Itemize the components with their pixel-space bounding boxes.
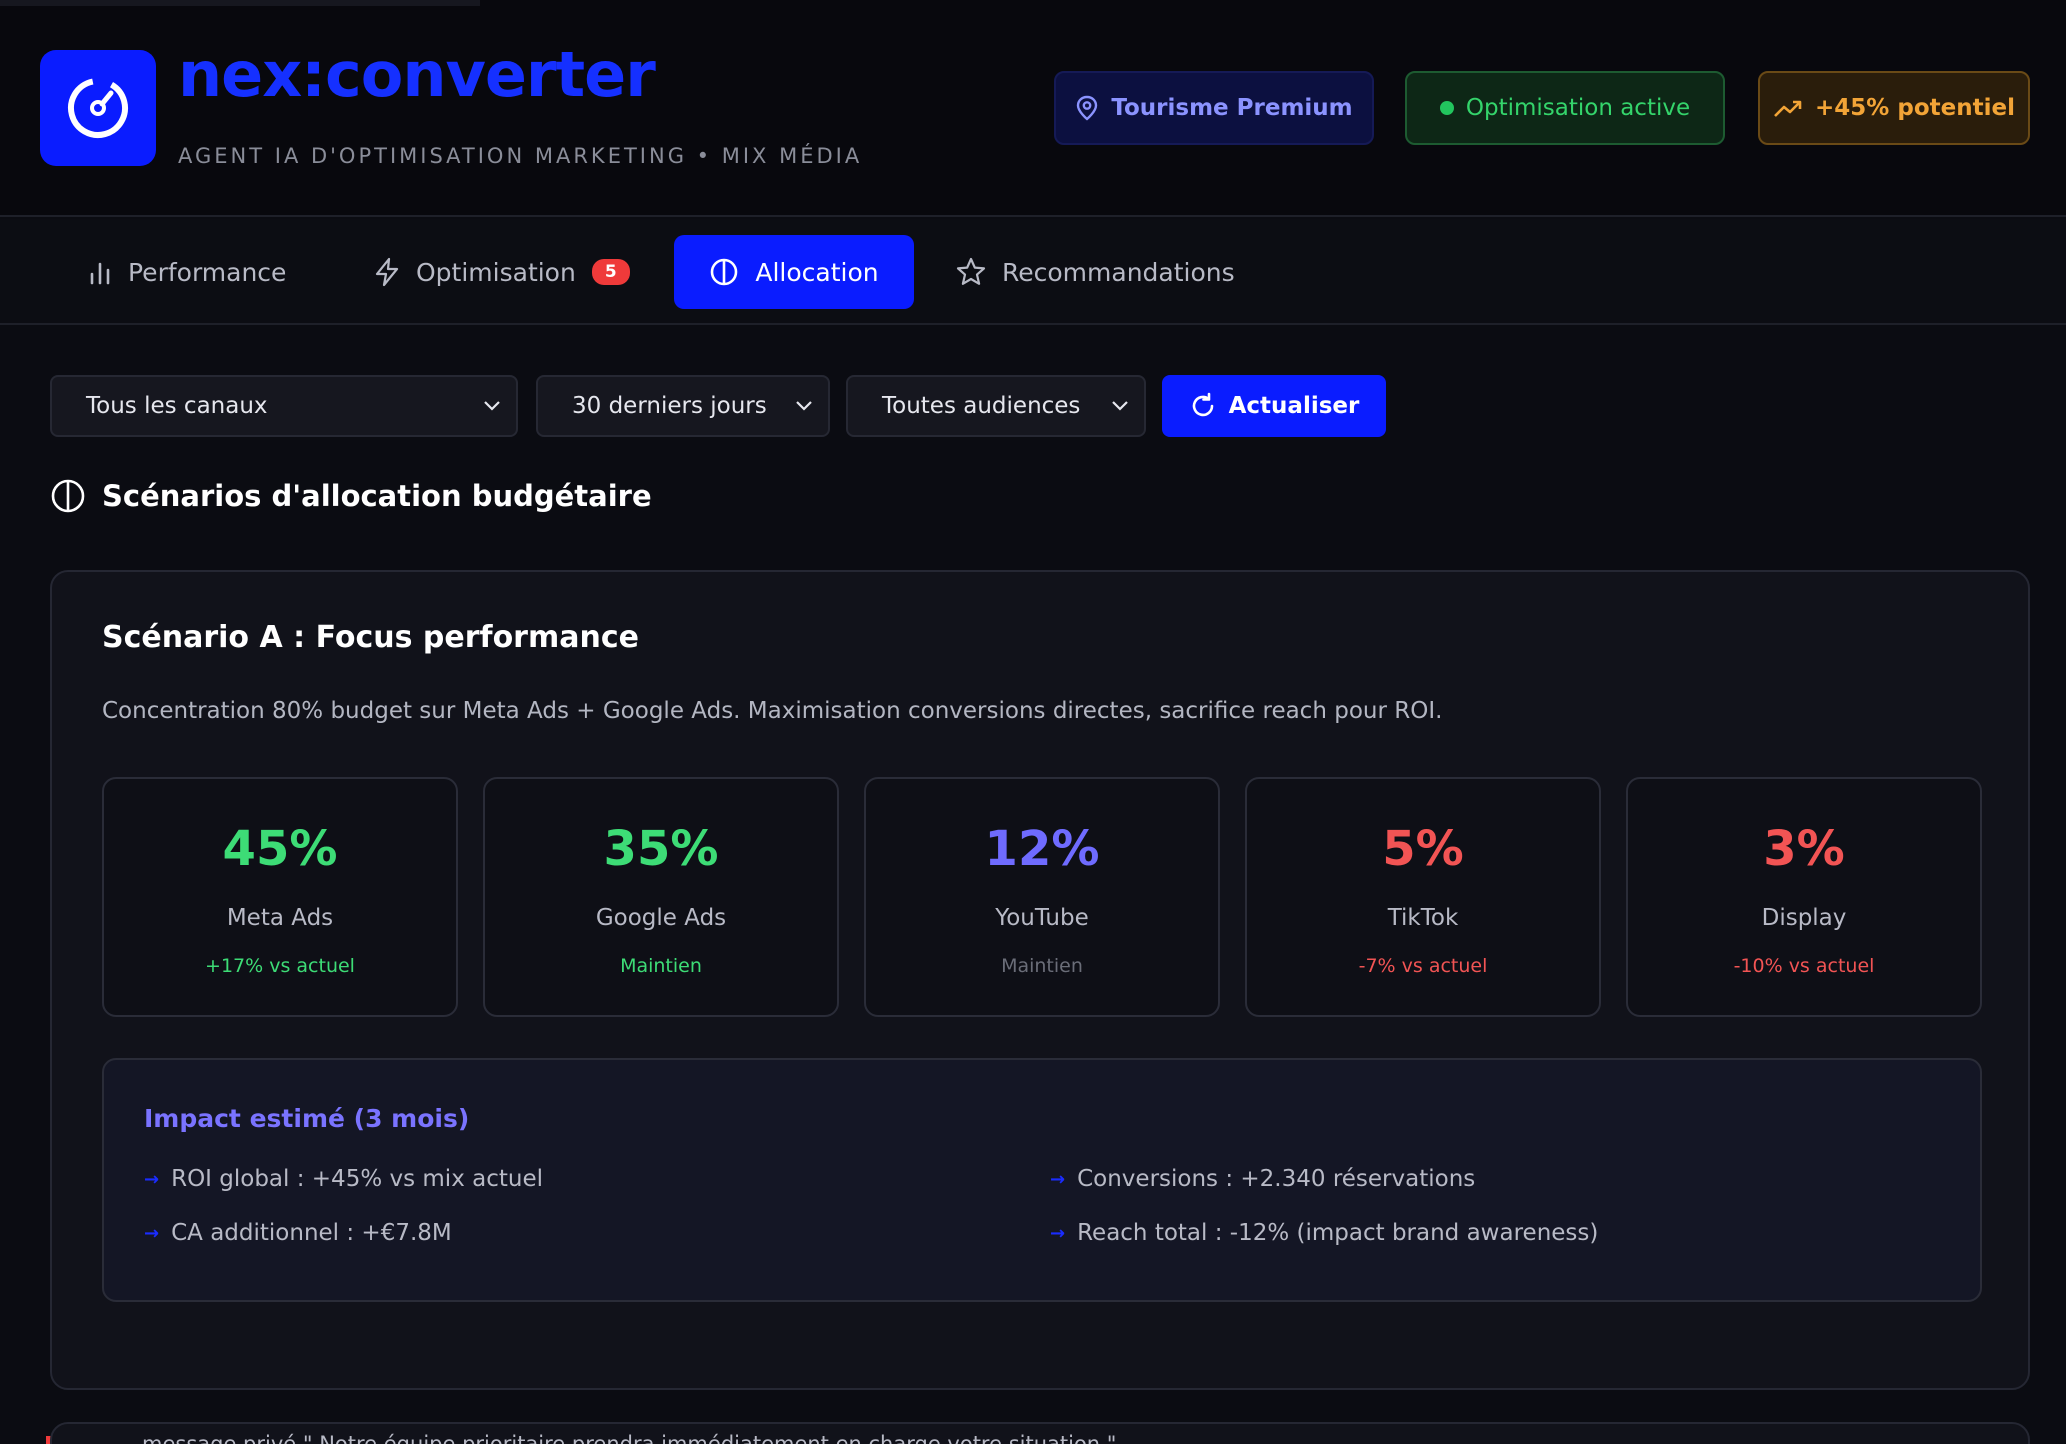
arrow-right-icon: → xyxy=(1050,1168,1066,1190)
app-root: nex:converter AGENT IA D'OPTIMISATION MA… xyxy=(0,0,2066,1444)
audiences-select[interactable]: Toutes audiences xyxy=(846,375,1146,437)
channel-card-meta-ads: 45% Meta Ads +17% vs actuel xyxy=(102,777,458,1017)
channel-name: Meta Ads xyxy=(226,905,334,931)
channel-card-display: 3% Display -10% vs actuel xyxy=(1626,777,1982,1017)
channel-name: TikTok xyxy=(1387,905,1459,931)
status-dot xyxy=(1439,101,1454,115)
arrow-right-icon: → xyxy=(144,1222,160,1244)
channel-delta: +17% vs actuel xyxy=(205,955,355,977)
periode-select-value: 30 derniers jours xyxy=(572,393,767,419)
canaux-select-value: Tous les canaux xyxy=(86,393,268,419)
impact-title: Impact estimé (3 mois) xyxy=(144,1104,470,1133)
tab-allocation[interactable]: Allocation xyxy=(674,235,914,309)
gauge-icon xyxy=(68,78,128,138)
top-stripe xyxy=(0,0,480,6)
tab-recommandations[interactable]: Recommandations xyxy=(934,235,1257,309)
chevron-down-icon xyxy=(484,401,500,411)
brand-name: nex:converter xyxy=(178,38,656,111)
arrow-right-icon: → xyxy=(1050,1222,1066,1244)
channel-card-tiktok: 5% TikTok -7% vs actuel xyxy=(1245,777,1601,1017)
channel-delta: Maintien xyxy=(1001,955,1083,977)
impact-item: → Reach total : -12% (impact brand aware… xyxy=(1050,1220,1598,1246)
potentiel-badge: +45% potentiel xyxy=(1758,71,2030,145)
impact-item: → CA additionnel : +€7.8M xyxy=(144,1220,452,1246)
star-icon xyxy=(956,257,986,285)
impact-item-text: CA additionnel : +€7.8M xyxy=(171,1220,452,1246)
section-title-text: Scénarios d'allocation budgétaire xyxy=(102,479,652,513)
actualiser-button-label: Actualiser xyxy=(1228,393,1360,419)
scenario-title: Scénario A : Focus performance xyxy=(102,620,639,655)
channel-name: Display xyxy=(1761,905,1847,931)
brand-tagline: AGENT IA D'OPTIMISATION MARKETING • MIX … xyxy=(178,144,863,168)
channel-pct: 3% xyxy=(1763,821,1845,877)
optimisation-count-badge: 5 xyxy=(591,259,630,285)
channel-delta: -10% vs actuel xyxy=(1733,955,1875,977)
channel-pct: 35% xyxy=(603,821,719,877)
optimisation-status-badge: Optimisation active xyxy=(1405,71,1725,145)
tab-optimisation[interactable]: Optimisation 5 xyxy=(352,235,652,309)
next-card-partial: message privé." Notre équipe prioritaire… xyxy=(50,1422,2030,1444)
tab-recommandations-label: Recommandations xyxy=(1002,257,1235,287)
potentiel-badge-label: +45% potentiel xyxy=(1815,95,2015,121)
audiences-select-value: Toutes audiences xyxy=(882,393,1081,419)
refresh-icon xyxy=(1192,392,1213,417)
canaux-select[interactable]: Tous les canaux xyxy=(50,375,518,437)
scenario-card: Scénario A : Focus performance Concentra… xyxy=(50,570,2030,1390)
impact-item: → Conversions : +2.340 réservations xyxy=(1050,1166,1475,1192)
half-circle-icon xyxy=(51,479,85,513)
tourisme-badge-label: Tourisme Premium xyxy=(1111,95,1353,121)
channel-pct: 45% xyxy=(222,821,338,877)
scenario-description: Concentration 80% budget sur Meta Ads + … xyxy=(102,698,1443,724)
channel-card-youtube: 12% YouTube Maintien xyxy=(864,777,1220,1017)
periode-select[interactable]: 30 derniers jours xyxy=(536,375,830,437)
half-circle-icon xyxy=(711,258,738,286)
tab-allocation-label: Allocation xyxy=(755,257,879,287)
impact-item: → ROI global : +45% vs mix actuel xyxy=(144,1166,543,1192)
bar-chart-icon xyxy=(90,262,110,285)
channel-name: Google Ads xyxy=(595,905,727,931)
chevron-down-icon xyxy=(1112,401,1128,411)
channel-name: YouTube xyxy=(995,905,1089,931)
optimisation-status-label: Optimisation active xyxy=(1465,95,1691,121)
impact-item-text: ROI global : +45% vs mix actuel xyxy=(171,1166,543,1192)
app-header: nex:converter AGENT IA D'OPTIMISATION MA… xyxy=(0,0,2066,217)
channel-delta: -7% vs actuel xyxy=(1358,955,1488,977)
app-logo xyxy=(40,50,156,166)
impact-item-text: Reach total : -12% (impact brand awarene… xyxy=(1077,1220,1599,1246)
lightning-icon xyxy=(375,257,399,287)
section-title: Scénarios d'allocation budgétaire xyxy=(50,478,652,514)
trending-up-icon xyxy=(1774,100,1802,117)
channel-delta: Maintien xyxy=(620,955,702,977)
tab-optimisation-label: Optimisation xyxy=(416,257,576,287)
channel-allocation-list: 45% Meta Ads +17% vs actuel 35% Google A… xyxy=(102,777,1982,1017)
channel-card-google-ads: 35% Google Ads Maintien xyxy=(483,777,839,1017)
channel-pct: 12% xyxy=(984,821,1100,877)
tab-performance[interactable]: Performance xyxy=(66,235,308,309)
impact-item-text: Conversions : +2.340 réservations xyxy=(1077,1166,1476,1192)
next-card-text: message privé." Notre équipe prioritaire… xyxy=(142,1432,1117,1444)
channel-pct: 5% xyxy=(1382,821,1464,877)
actualiser-button[interactable]: Actualiser xyxy=(1162,375,1386,437)
tab-performance-label: Performance xyxy=(128,257,287,287)
tab-bar: Performance Optimisation 5 Allocation Re… xyxy=(0,219,2066,325)
tourisme-badge[interactable]: Tourisme Premium xyxy=(1054,71,1374,145)
arrow-right-icon: → xyxy=(144,1168,160,1190)
chevron-down-icon xyxy=(796,401,812,411)
impact-panel: Impact estimé (3 mois) → ROI global : +4… xyxy=(102,1058,1982,1302)
location-pin-icon xyxy=(1077,95,1098,121)
